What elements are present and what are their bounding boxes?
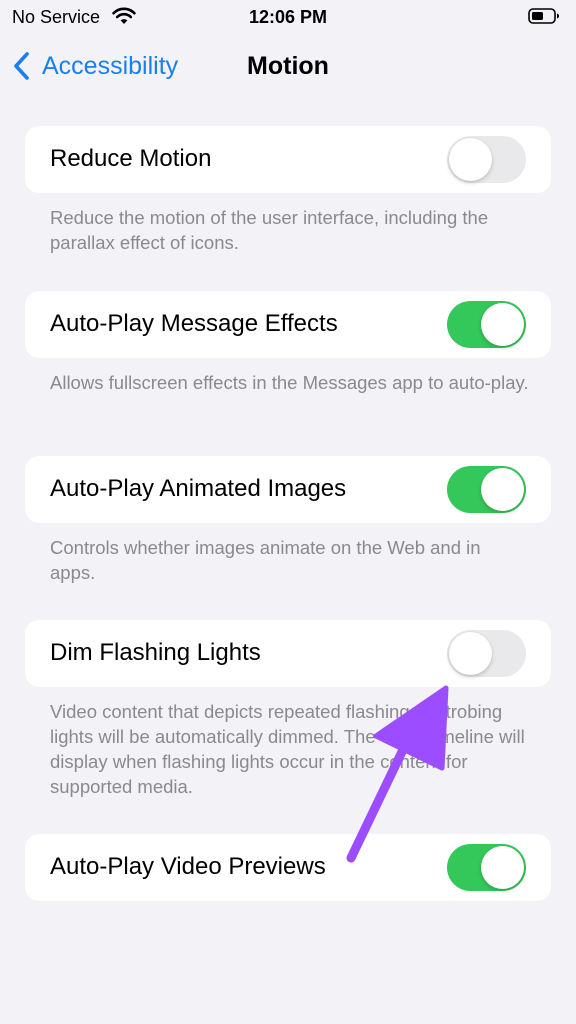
- battery-icon: [528, 8, 559, 24]
- auto-play-animated-images-toggle[interactable]: [447, 466, 526, 513]
- dim-flashing-lights-toggle[interactable]: [447, 630, 526, 677]
- settings-group-reduce-motion: Reduce Motion: [25, 126, 551, 193]
- page-title: Motion: [0, 52, 576, 81]
- setting-label: Auto-Play Video Previews: [50, 853, 326, 880]
- settings-group-dim-flashing-lights: Dim Flashing Lights: [25, 620, 551, 687]
- navigation-bar: Accessibility Motion: [0, 40, 576, 92]
- setting-label: Dim Flashing Lights: [50, 639, 261, 666]
- settings-group-auto-play-video-previews: Auto-Play Video Previews: [25, 834, 551, 901]
- auto-play-video-previews-toggle[interactable]: [447, 844, 526, 891]
- toggle-knob: [449, 138, 492, 181]
- setting-footer: Reduce the motion of the user interface,…: [50, 207, 489, 253]
- toggle-knob: [481, 846, 524, 889]
- setting-label: Auto-Play Animated Images: [50, 475, 347, 502]
- status-bar: No Service 12:06 PM: [0, 0, 576, 34]
- settings-group-auto-play-message-effects: Auto-Play Message Effects: [25, 291, 551, 358]
- setting-footer: Video content that depicts repeated flas…: [50, 701, 525, 797]
- reduce-motion-toggle[interactable]: [447, 136, 526, 183]
- toggle-knob: [481, 468, 524, 511]
- setting-label: Reduce Motion: [50, 145, 212, 172]
- setting-footer: Controls whether images animate on the W…: [50, 537, 481, 583]
- settings-group-auto-play-animated-images: Auto-Play Animated Images: [25, 456, 551, 523]
- toggle-knob: [481, 303, 524, 346]
- status-time: 12:06 PM: [248, 7, 328, 27]
- toggle-knob: [449, 632, 492, 675]
- auto-play-message-effects-toggle[interactable]: [447, 301, 526, 348]
- setting-footer: Allows fullscreen effects in the Message…: [50, 372, 529, 393]
- setting-label: Auto-Play Message Effects: [50, 310, 338, 337]
- page-title-text: Motion: [247, 52, 329, 80]
